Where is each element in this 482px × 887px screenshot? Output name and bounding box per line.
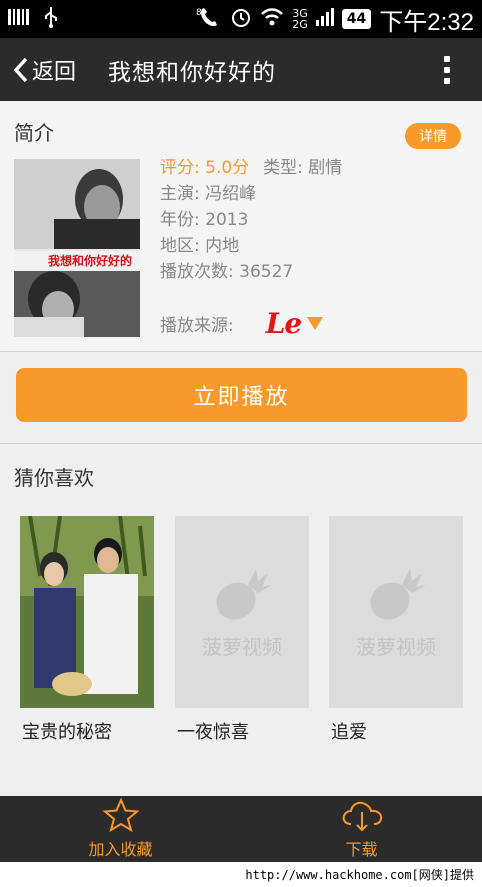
placeholder-text: 菠萝视频 xyxy=(356,634,436,659)
recommendation-title: 一夜惊喜 xyxy=(177,722,249,743)
app-bar: 返回 我想和你好好的 xyxy=(0,38,482,101)
battery-indicator: 44 xyxy=(341,9,372,29)
recommendation-item[interactable]: 菠萝视频 一夜惊喜 xyxy=(175,516,309,744)
status-time: 下午2:32 xyxy=(379,8,474,36)
svg-text:我想和你好好的: 我想和你好好的 xyxy=(48,253,132,268)
divider xyxy=(0,351,482,352)
recommendation-thumbnail: 菠萝视频 xyxy=(175,516,309,708)
more-dot-icon xyxy=(444,77,450,84)
le-logo[interactable]: Le xyxy=(266,307,303,340)
chevron-left-icon xyxy=(13,57,28,82)
genre: 类型: 剧情 xyxy=(263,158,343,178)
more-dot-icon xyxy=(444,55,450,62)
play-count: 播放次数: 36527 xyxy=(160,262,294,282)
add-favorite-button[interactable]: 加入收藏 xyxy=(0,796,241,862)
network-type: 3G 2G xyxy=(292,7,308,31)
footer-watermark: http://www.hackhome.com[网侠]提供 xyxy=(0,862,482,887)
bottom-bar: 加入收藏 下载 xyxy=(0,796,482,862)
region: 地区: 内地 xyxy=(160,236,240,256)
status-bar: 8 3G 2G 44 下午2:32 xyxy=(0,0,482,38)
intro-heading: 简介 xyxy=(14,121,54,145)
recommendation-item[interactable]: 菠萝视频 追爱 xyxy=(329,516,463,744)
rating: 评分: 5.0分 xyxy=(160,158,250,178)
detail-button[interactable]: 详情 xyxy=(405,123,461,149)
source-label: 播放来源: xyxy=(160,316,234,336)
source-row: 播放来源: Le xyxy=(160,307,324,340)
download-label: 下载 xyxy=(345,840,378,859)
add-favorite-label: 加入收藏 xyxy=(88,840,153,859)
recommendation-title: 宝贵的秘密 xyxy=(22,722,112,743)
svg-text:8: 8 xyxy=(196,8,202,18)
star-icon xyxy=(101,798,140,832)
play-now-button[interactable]: 立即播放 xyxy=(16,368,467,422)
more-dot-icon xyxy=(444,66,450,73)
wifi-icon xyxy=(260,7,284,31)
back-button[interactable]: 返回 xyxy=(0,38,76,101)
usb-icon xyxy=(44,6,58,33)
recommendation-title: 追爱 xyxy=(331,722,367,743)
movie-info: 评分: 5.0分 类型: 剧情 主演: 冯绍峰 年份: 2013 地区: 内地 播… xyxy=(160,155,342,285)
alarm-icon xyxy=(230,6,252,32)
source-dropdown-icon[interactable] xyxy=(307,317,324,330)
placeholder-text: 菠萝视频 xyxy=(202,634,282,659)
divider xyxy=(0,443,482,444)
recommendation-thumbnail: 菠萝视频 xyxy=(329,516,463,708)
page-title: 我想和你好好的 xyxy=(108,59,277,86)
signal-icon xyxy=(315,8,334,30)
pineapple-icon xyxy=(216,568,272,620)
download-button[interactable]: 下载 xyxy=(241,796,482,862)
barcode-icon xyxy=(8,7,30,32)
year: 年份: 2013 xyxy=(160,210,249,230)
pineapple-icon xyxy=(370,568,426,620)
mute-call-icon: 8 xyxy=(196,6,222,32)
cast: 主演: 冯绍峰 xyxy=(160,184,257,204)
recommendation-item[interactable]: 宝贵的秘密 xyxy=(20,516,154,744)
more-menu-button[interactable] xyxy=(432,38,462,101)
recommendation-thumbnail xyxy=(20,516,154,708)
cloud-download-icon xyxy=(342,801,382,832)
movie-poster: 我想和你好好的 xyxy=(14,159,140,337)
recommendations-heading: 猜你喜欢 xyxy=(14,466,94,490)
back-label: 返回 xyxy=(32,59,77,85)
